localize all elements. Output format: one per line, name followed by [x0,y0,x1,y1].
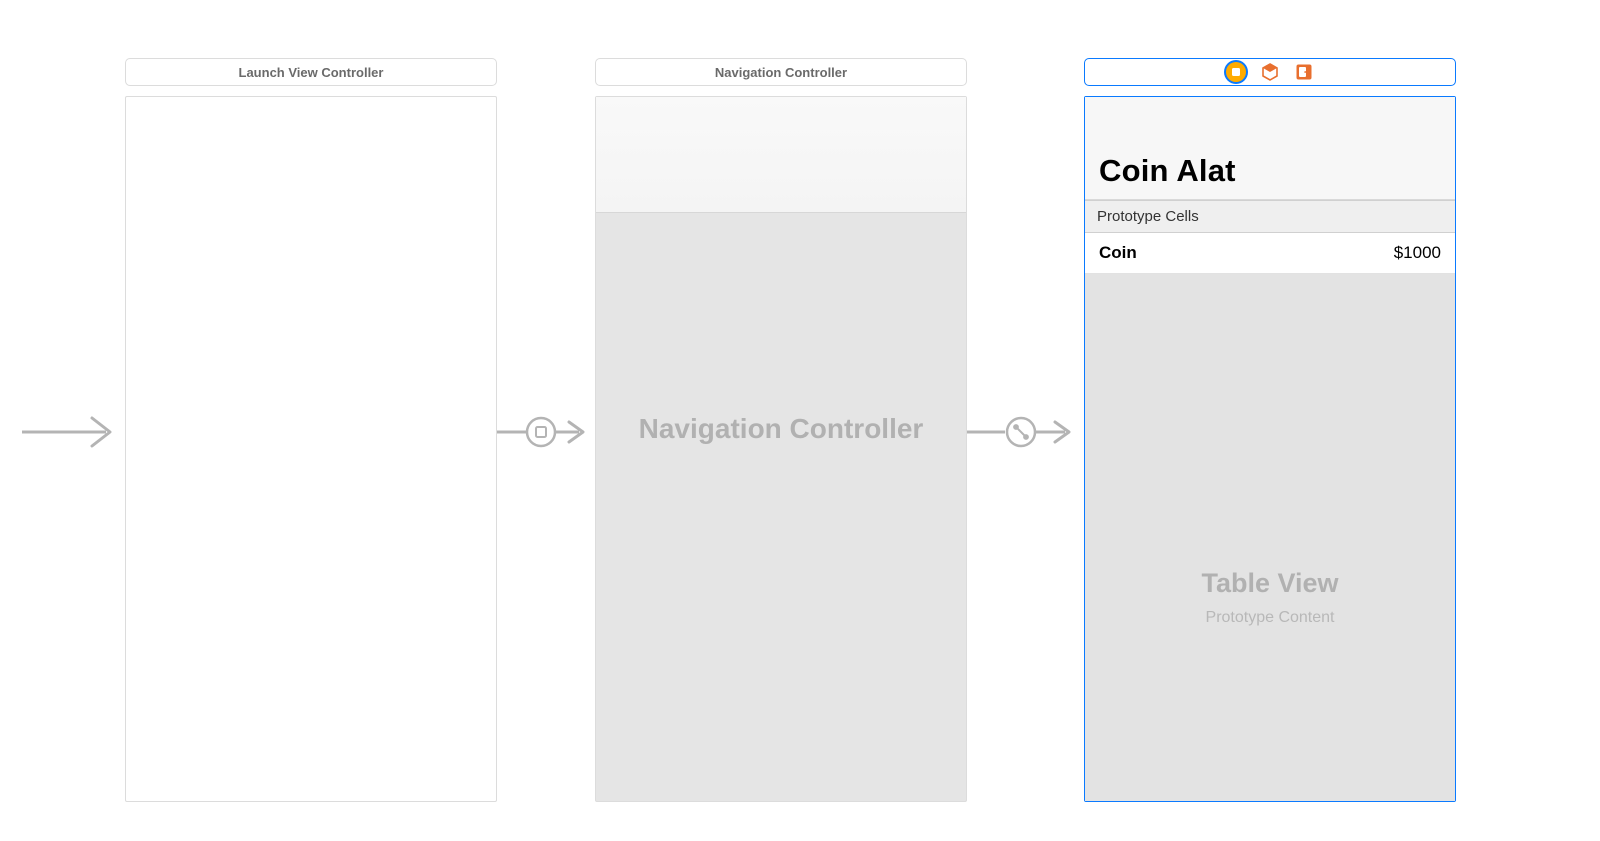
scene-body-launch[interactable] [125,96,497,802]
cell-detail-label: $1000 [1394,243,1441,263]
prototype-cell[interactable]: Coin $1000 [1085,233,1455,274]
navigation-bar-placeholder[interactable] [596,97,966,213]
scene-body-coin-alat[interactable]: Coin Alat Prototype Cells Coin $1000 Tab… [1084,96,1456,802]
scene-header-nav[interactable]: Navigation Controller [595,58,967,86]
scene-title: Navigation Controller [715,65,847,80]
table-view-area[interactable]: Table View Prototype Content [1085,274,1455,801]
table-view-label: Table View [1201,568,1338,599]
scene-navigation-controller[interactable]: Navigation Controller Navigation Control… [595,58,967,802]
navigation-bar[interactable]: Coin Alat [1085,97,1455,200]
first-responder-icon[interactable] [1260,62,1280,82]
nav-content-area: Navigation Controller [596,213,966,801]
scene-coin-alat[interactable]: Coin Alat Prototype Cells Coin $1000 Tab… [1084,58,1456,802]
nav-placeholder-label: Navigation Controller [639,413,924,445]
scene-launch-view-controller[interactable]: Launch View Controller [125,58,497,802]
scene-body-nav[interactable]: Navigation Controller [595,96,967,802]
prototype-cells-label: Prototype Cells [1085,200,1455,233]
scene-header-coin-alat[interactable] [1084,58,1456,86]
cell-title-label: Coin [1099,243,1137,263]
scene-title: Launch View Controller [239,65,384,80]
exit-icon[interactable] [1294,62,1314,82]
table-view-subtitle: Prototype Content [1206,609,1335,627]
storyboard-canvas[interactable]: Launch View Controller Navigation Contro… [0,0,1600,841]
view-controller-icon[interactable] [1226,62,1246,82]
scene-header-launch[interactable]: Launch View Controller [125,58,497,86]
entry-point-arrow [20,414,128,450]
large-title: Coin Alat [1099,153,1441,189]
segue-nav-to-table[interactable] [967,410,1085,454]
segue-launch-to-nav[interactable] [497,410,597,454]
